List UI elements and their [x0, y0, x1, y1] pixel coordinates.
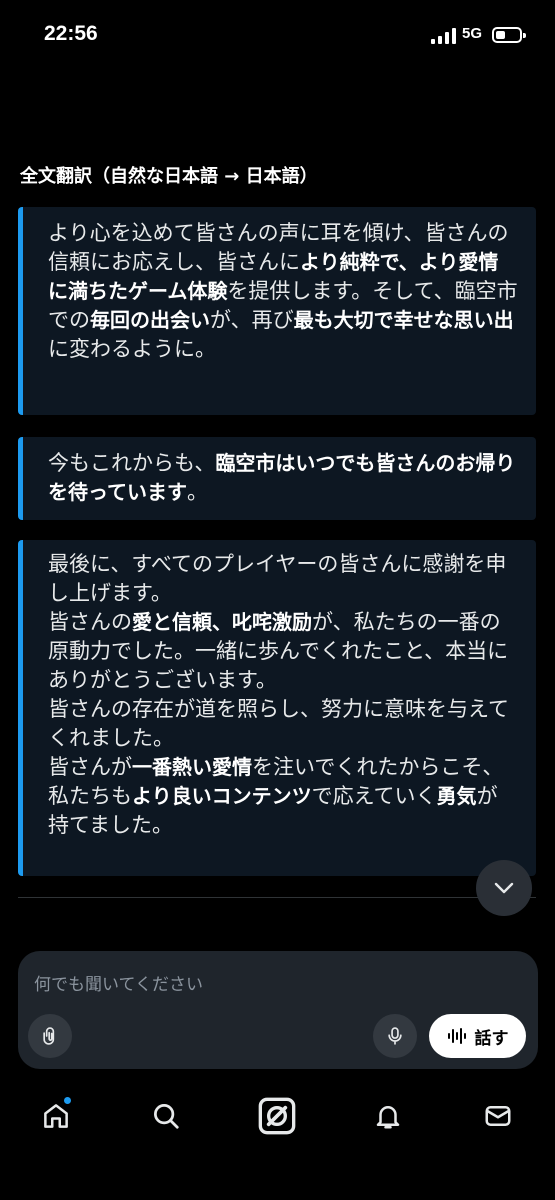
translation-block-2: 今もこれからも、臨空市はいつでも皆さんのお帰りを待っています。	[18, 437, 536, 520]
network-type: 5G	[462, 25, 483, 42]
bold-text: 一番熱い愛情	[132, 755, 252, 779]
search-icon	[154, 1104, 179, 1129]
text-run: 皆さんが	[48, 755, 132, 779]
text-run: で応えていく	[311, 784, 437, 808]
scroll-down-button[interactable]	[476, 860, 532, 916]
nav-home[interactable]	[36, 1094, 76, 1138]
notifications-icon	[376, 1106, 400, 1129]
bold-text: 毎回の出会い	[90, 308, 210, 332]
mic-icon	[388, 1027, 402, 1045]
signal-icon	[431, 28, 457, 44]
text-run: 今もこれからも、	[48, 451, 216, 475]
home-icon	[44, 1104, 68, 1128]
nav-grok[interactable]	[257, 1094, 297, 1138]
mic-button[interactable]	[373, 1014, 417, 1058]
bold-text: 愛と信頼、叱咤激励	[132, 610, 312, 634]
voice-wave-icon	[447, 1028, 466, 1044]
bold-text: より良いコンテンツ	[132, 784, 312, 808]
translation-heading: 全文翻訳（自然な日本語 → 日本語）	[20, 166, 318, 187]
nav-messages[interactable]	[478, 1094, 518, 1138]
talk-button[interactable]: 話す	[429, 1014, 526, 1058]
text-run: が、再び	[210, 308, 294, 332]
talk-label: 話す	[474, 1028, 509, 1049]
chevron-down-icon	[494, 882, 514, 894]
bottom-nav	[0, 1090, 555, 1150]
text-run: 。	[187, 480, 208, 504]
composer: 話す	[18, 951, 538, 1069]
text-run: 皆さんの	[48, 610, 132, 634]
text-run: に変わるように。	[48, 337, 216, 361]
bold-text: 最も大切で幸せな思い出	[293, 308, 514, 332]
notification-dot	[63, 1096, 72, 1105]
text-run: 皆さんの存在が道を照らし、努力に意味を与えてくれました。	[48, 697, 509, 750]
status-time: 22:56	[44, 22, 98, 45]
messages-icon	[485, 1106, 511, 1126]
attach-button[interactable]	[28, 1014, 72, 1058]
text-run: 最後に、すべてのプレイヤーの皆さんに感謝を申し上げます。	[48, 552, 507, 605]
nav-search[interactable]	[146, 1094, 186, 1138]
nav-notifications[interactable]	[368, 1094, 408, 1138]
bold-text: 勇気	[436, 784, 477, 808]
grok-icon	[258, 1097, 296, 1135]
paperclip-icon	[43, 1027, 55, 1045]
ask-input[interactable]	[34, 969, 514, 1001]
divider	[18, 897, 536, 898]
status-bar: 22:56 5G	[0, 0, 555, 70]
translation-block-1: より心を込めて皆さんの声に耳を傾け、皆さんの信頼にお応えし、皆さんにより純粋で、…	[18, 207, 536, 415]
translation-block-3: 最後に、すべてのプレイヤーの皆さんに感謝を申し上げます。皆さんの愛と信頼、叱咤激…	[18, 540, 536, 876]
battery-icon	[492, 27, 526, 43]
